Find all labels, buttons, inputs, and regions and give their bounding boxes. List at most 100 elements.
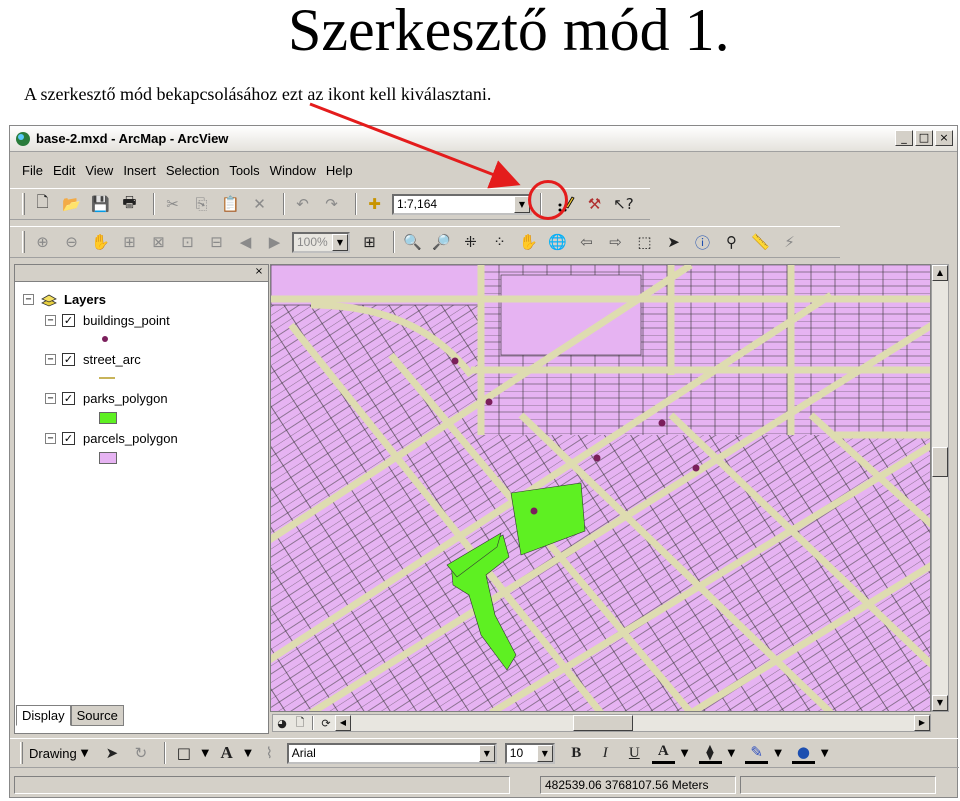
save-icon[interactable]: 💾 <box>89 193 112 215</box>
open-folder-icon[interactable]: 📂 <box>60 193 83 215</box>
layout-pan-icon[interactable]: ✋ <box>89 231 112 253</box>
edit-vertices-icon[interactable]: ⌇ <box>258 742 281 764</box>
menu-file[interactable]: File <box>22 163 43 178</box>
maximize-button[interactable]: □ <box>915 130 933 146</box>
font-color-icon[interactable]: A <box>651 742 675 764</box>
new-text-icon[interactable]: A <box>215 742 238 764</box>
line-color-icon[interactable]: ✎ <box>745 742 769 764</box>
layout-zoom-out-icon[interactable]: ⊖ <box>60 231 83 253</box>
add-data-icon[interactable]: ✚ <box>363 193 386 215</box>
toc-layer-row[interactable]: − ✓ street_arc <box>45 352 141 367</box>
layer-visibility-checkbox[interactable]: ✓ <box>62 353 75 366</box>
collapse-icon[interactable]: − <box>45 393 56 404</box>
whats-this-help-icon[interactable]: ↖? <box>612 193 635 215</box>
chevron-down-icon[interactable]: ▼ <box>821 748 829 759</box>
toc-layer-row[interactable]: − ✓ parks_polygon <box>45 391 168 406</box>
close-button[interactable]: × <box>935 130 953 146</box>
drawing-menu-label[interactable]: Drawing <box>29 746 77 761</box>
collapse-icon[interactable]: − <box>45 315 56 326</box>
menu-selection[interactable]: Selection <box>166 163 219 178</box>
layout-zoom-in-icon[interactable]: ⊕ <box>31 231 54 253</box>
full-extent-globe-icon[interactable]: 🌐 <box>546 231 569 253</box>
previous-extent-icon[interactable]: ⇦ <box>575 231 598 253</box>
font-name-combo[interactable]: Arial ▼ <box>286 742 497 764</box>
toolbar-grip[interactable] <box>22 193 25 215</box>
chevron-down-icon[interactable]: ▼ <box>244 748 252 759</box>
select-features-icon[interactable]: ⬚ <box>633 231 656 253</box>
minimize-button[interactable]: _ <box>895 130 913 146</box>
font-size-combo[interactable]: 10 ▼ <box>504 742 555 764</box>
toc-layer-row[interactable]: − ✓ buildings_point <box>45 313 170 328</box>
paste-icon[interactable]: 📋 <box>219 193 242 215</box>
chevron-down-icon[interactable]: ▼ <box>728 748 736 759</box>
next-extent-icon[interactable]: ⇨ <box>604 231 627 253</box>
chevron-down-icon[interactable]: ▼ <box>478 744 495 762</box>
layer-visibility-checkbox[interactable]: ✓ <box>62 392 75 405</box>
menu-window[interactable]: Window <box>270 163 316 178</box>
fixed-zoom-in-icon[interactable]: ⊡ <box>176 231 199 253</box>
select-elements-arrow-icon[interactable]: ➤ <box>100 742 123 764</box>
vertical-scroll-thumb[interactable] <box>932 447 948 477</box>
print-icon[interactable]: 🖶 <box>118 193 141 215</box>
cut-icon[interactable]: ✂ <box>161 193 184 215</box>
layer-visibility-checkbox[interactable]: ✓ <box>62 432 75 445</box>
menu-tools[interactable]: Tools <box>229 163 259 178</box>
arctoolbox-icon[interactable]: ⚒ <box>583 193 606 215</box>
new-document-icon[interactable]: 🗋 <box>31 193 54 215</box>
toggle-draft-mode-icon[interactable]: ⊞ <box>358 231 381 253</box>
data-view-icon[interactable]: ◕ <box>275 712 289 734</box>
scroll-right-icon[interactable]: ▶ <box>914 715 930 731</box>
scale-combo[interactable]: 1:7,164 ▼ <box>392 193 532 215</box>
pan-hand-icon[interactable]: ✋ <box>517 231 540 253</box>
bold-button[interactable]: B <box>565 742 588 764</box>
chevron-down-icon[interactable]: ▼ <box>332 233 348 251</box>
zoom-out-icon[interactable]: 🔎 <box>430 231 453 253</box>
chevron-down-icon[interactable]: ▼ <box>774 748 782 759</box>
toc-root-row[interactable]: − Layers <box>23 292 106 307</box>
toc-layer-row[interactable]: − ✓ parcels_polygon <box>45 431 178 446</box>
zoom-100-icon[interactable]: ⊠ <box>147 231 170 253</box>
menu-view[interactable]: View <box>85 163 113 178</box>
fill-color-icon[interactable]: ⧫ <box>698 742 722 764</box>
scroll-left-icon[interactable]: ◀ <box>335 715 351 731</box>
back-extent-icon[interactable]: ◀ <box>234 231 257 253</box>
forward-extent-icon[interactable]: ▶ <box>263 231 286 253</box>
layer-visibility-checkbox[interactable]: ✓ <box>62 314 75 327</box>
chevron-down-icon[interactable]: ▼ <box>201 748 209 759</box>
refresh-view-icon[interactable]: ⟳ <box>319 712 333 734</box>
fixed-zoom-out-map-icon[interactable]: ⁘ <box>488 231 511 253</box>
measure-icon[interactable]: 📏 <box>749 231 772 253</box>
italic-button[interactable]: I <box>594 742 617 764</box>
hyperlink-icon[interactable]: ⚡ <box>778 231 801 253</box>
fixed-zoom-out-icon[interactable]: ⊟ <box>205 231 228 253</box>
toc-close-button[interactable]: × <box>252 266 266 279</box>
collapse-icon[interactable]: − <box>23 294 34 305</box>
identify-icon[interactable]: ⓘ <box>691 231 714 253</box>
map-horizontal-scrollbar[interactable]: ◕ 🗋 ⟳ ◀ ▶ <box>272 714 931 732</box>
zoom-in-icon[interactable]: 🔍 <box>401 231 424 253</box>
copy-icon[interactable]: ⎘ <box>190 193 213 215</box>
map-vertical-scrollbar[interactable]: ▲ ▼ <box>931 264 949 712</box>
layout-view-icon[interactable]: 🗋 <box>293 712 307 734</box>
zoom-whole-page-icon[interactable]: ⊞ <box>118 231 141 253</box>
collapse-icon[interactable]: − <box>45 354 56 365</box>
menu-edit[interactable]: Edit <box>53 163 75 178</box>
collapse-icon[interactable]: − <box>45 433 56 444</box>
select-elements-arrow-icon[interactable]: ➤ <box>662 231 685 253</box>
find-binoculars-icon[interactable]: ⚲ <box>720 231 743 253</box>
marker-color-icon[interactable]: ● <box>791 742 815 764</box>
underline-button[interactable]: U <box>623 742 646 764</box>
chevron-down-icon[interactable]: ▼ <box>81 748 89 759</box>
tab-display[interactable]: Display <box>16 705 71 726</box>
tab-source[interactable]: Source <box>70 705 124 726</box>
menu-help[interactable]: Help <box>326 163 353 178</box>
zoom-percent-combo[interactable]: 100% ▼ <box>292 231 350 253</box>
horizontal-scroll-thumb[interactable] <box>573 715 633 731</box>
rotate-icon[interactable]: ↻ <box>129 742 152 764</box>
chevron-down-icon[interactable]: ▼ <box>536 744 553 762</box>
scroll-down-icon[interactable]: ▼ <box>932 695 948 711</box>
redo-icon[interactable]: ↷ <box>320 193 343 215</box>
scroll-up-icon[interactable]: ▲ <box>932 265 948 281</box>
delete-icon[interactable]: ✕ <box>248 193 271 215</box>
rectangle-icon[interactable]: □ <box>172 742 195 764</box>
